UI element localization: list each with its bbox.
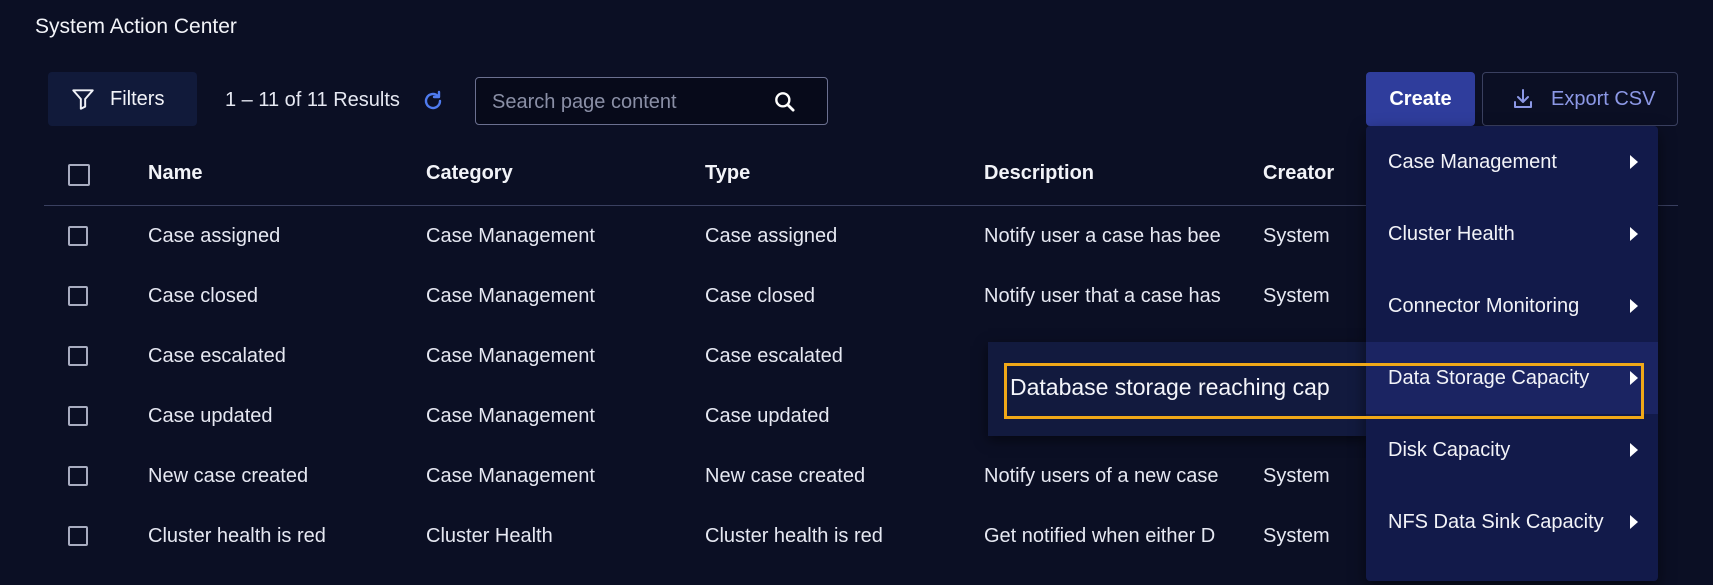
- highlight-outline: [1004, 363, 1644, 419]
- row-description: Notify user a case has bee: [984, 225, 1221, 247]
- chevron-right-icon: [1630, 227, 1638, 241]
- column-header-description[interactable]: Description: [984, 162, 1094, 185]
- row-name[interactable]: Case updated: [148, 386, 408, 446]
- search-icon[interactable]: [772, 89, 798, 115]
- create-button[interactable]: Create: [1366, 72, 1475, 126]
- row-type: Case escalated: [705, 345, 843, 367]
- menu-item-case-management[interactable]: Case Management: [1366, 126, 1658, 198]
- row-type: Cluster health is red: [705, 525, 883, 547]
- menu-item-label: NFS Data Sink Capacity: [1388, 510, 1604, 533]
- column-header-type[interactable]: Type: [705, 162, 750, 185]
- chevron-right-icon: [1630, 299, 1638, 313]
- menu-item-label: Disk Capacity: [1388, 438, 1511, 461]
- filters-label: Filters: [110, 87, 165, 110]
- row-category: Cluster Health: [426, 525, 553, 547]
- row-type: New case created: [705, 465, 866, 487]
- export-csv-label: Export CSV: [1551, 87, 1656, 110]
- menu-item-connector-monitoring[interactable]: Connector Monitoring: [1366, 270, 1658, 342]
- filter-icon: [72, 89, 94, 110]
- row-category: Case Management: [426, 465, 595, 487]
- row-type: Case closed: [705, 285, 816, 307]
- export-csv-button[interactable]: Export CSV: [1482, 72, 1678, 126]
- row-creator: System: [1263, 525, 1330, 547]
- column-header-name[interactable]: Name: [148, 162, 202, 185]
- refresh-icon[interactable]: [421, 89, 445, 113]
- create-dropdown-menu: Case Management Cluster Health Connector…: [1366, 126, 1658, 581]
- row-name[interactable]: Case escalated: [148, 326, 408, 386]
- row-checkbox[interactable]: [68, 526, 88, 546]
- chevron-right-icon: [1630, 515, 1638, 529]
- row-checkbox[interactable]: [68, 466, 88, 486]
- row-creator: System: [1263, 285, 1330, 307]
- row-type: Case assigned: [705, 225, 838, 247]
- row-name[interactable]: Case closed: [148, 266, 408, 326]
- row-checkbox[interactable]: [68, 406, 88, 426]
- row-type: Case updated: [705, 405, 830, 427]
- row-description: Get notified when either D: [984, 525, 1216, 547]
- column-header-creator[interactable]: Creator: [1263, 162, 1334, 185]
- row-name[interactable]: Case assigned: [148, 206, 408, 266]
- download-icon: [1514, 89, 1532, 108]
- chevron-right-icon: [1630, 443, 1638, 457]
- menu-item-cluster-health[interactable]: Cluster Health: [1366, 198, 1658, 270]
- filters-button[interactable]: Filters: [48, 72, 197, 126]
- row-creator: System: [1263, 225, 1330, 247]
- menu-item-label: Connector Monitoring: [1388, 294, 1580, 317]
- menu-item-label: Case Management: [1388, 150, 1557, 173]
- row-checkbox[interactable]: [68, 286, 88, 306]
- row-name[interactable]: New case created: [148, 446, 408, 506]
- row-creator: System: [1263, 465, 1330, 487]
- search-input[interactable]: [490, 78, 764, 126]
- row-description: Notify users of a new case: [984, 465, 1219, 487]
- select-all-checkbox[interactable]: [68, 164, 90, 186]
- column-header-category[interactable]: Category: [426, 162, 513, 185]
- menu-item-nfs-data-sink-capacity[interactable]: NFS Data Sink Capacity: [1366, 486, 1658, 558]
- row-category: Case Management: [426, 345, 595, 367]
- row-checkbox[interactable]: [68, 346, 88, 366]
- search-box: [475, 77, 828, 126]
- row-description: Notify user that a case has: [984, 285, 1221, 307]
- row-category: Case Management: [426, 225, 595, 247]
- row-category: Case Management: [426, 285, 595, 307]
- row-name[interactable]: Cluster health is red: [148, 506, 408, 566]
- row-category: Case Management: [426, 405, 595, 427]
- menu-item-label: Cluster Health: [1388, 222, 1515, 245]
- menu-item-disk-capacity[interactable]: Disk Capacity: [1366, 414, 1658, 486]
- page-title: System Action Center: [35, 15, 237, 38]
- chevron-right-icon: [1630, 155, 1638, 169]
- row-checkbox[interactable]: [68, 226, 88, 246]
- results-count: 1 – 11 of 11 Results: [225, 89, 400, 111]
